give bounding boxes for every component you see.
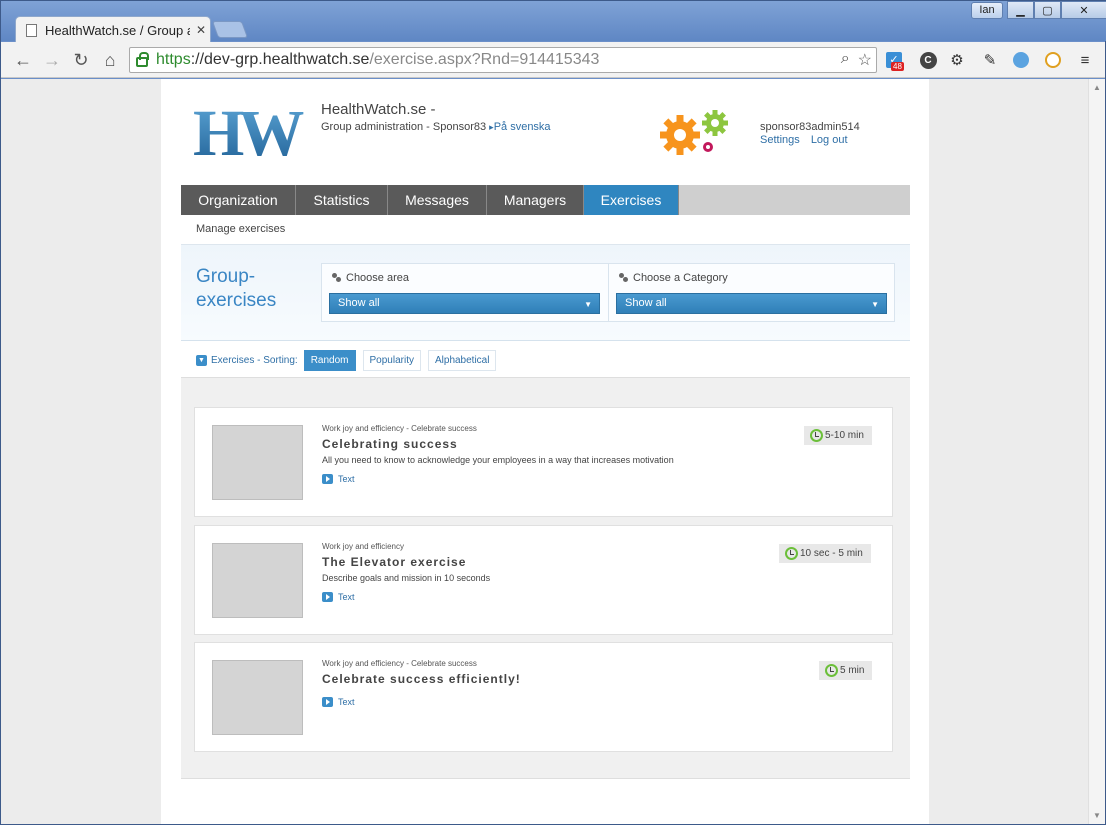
svg-text:HW: HW xyxy=(193,101,303,161)
tab-statistics[interactable]: Statistics xyxy=(296,185,388,215)
sort-toggle-icon[interactable]: ▼ xyxy=(196,355,207,366)
play-icon xyxy=(322,474,333,484)
vertical-scrollbar[interactable]: ▲ ▼ xyxy=(1088,79,1105,824)
tab-managers[interactable]: Managers xyxy=(487,185,584,215)
star-icon[interactable]: ☆ xyxy=(858,50,872,70)
alarm-clock-icon[interactable] xyxy=(1043,50,1063,70)
browser-toolbar: ← → ↻ ⌂ https://dev-grp.healthwatch.se/e… xyxy=(1,42,1105,78)
tab-messages[interactable]: Messages xyxy=(388,185,487,215)
settings-link[interactable]: Settings xyxy=(760,134,800,146)
url-text: https://dev-grp.healthwatch.se/exercise.… xyxy=(156,51,600,68)
browser-window: HealthWatch.se / Group a ✕ Ian ▁ ▢ ✕ ← →… xyxy=(0,0,1106,825)
exercise-card[interactable]: Work joy and efficiency The Elevator exe… xyxy=(194,525,893,635)
category-select[interactable]: Show all ▼ xyxy=(616,293,887,314)
home-icon[interactable]: ⌂ xyxy=(100,50,120,70)
healthwatch-logo[interactable]: HW xyxy=(193,101,307,161)
exercise-category: Work joy and efficiency - Celebrate succ… xyxy=(322,424,477,433)
extension-checkbox-icon[interactable]: ✓ 48 xyxy=(884,50,904,71)
scroll-down-icon[interactable]: ▼ xyxy=(1093,811,1101,820)
exercise-category: Work joy and efficiency - Celebrate succ… xyxy=(322,659,477,668)
page-icon xyxy=(26,23,37,37)
exercise-text-link[interactable]: Text xyxy=(322,474,355,484)
site-title: HealthWatch.se - xyxy=(321,101,436,118)
duration-badge: 5 min xyxy=(819,661,873,680)
exercise-text-link[interactable]: Text xyxy=(322,697,355,707)
filter-panel: Group- exercises Choose area Show all ▼ xyxy=(181,245,910,341)
people-icon xyxy=(332,273,342,283)
search-icon[interactable]: ⌕ xyxy=(841,50,850,70)
gear-icon[interactable]: ⚙ xyxy=(947,50,967,70)
tab-exercises[interactable]: Exercises xyxy=(584,185,679,215)
sorting-bar: ▼ Exercises - Sorting: Random Popularity… xyxy=(196,350,503,371)
site-subtitle: Group administration - Sponsor83 ▸På sve… xyxy=(321,121,551,133)
duration-badge: 10 sec - 5 min xyxy=(779,544,871,563)
filter-box: Choose area Show all ▼ Choose a Category xyxy=(321,263,895,322)
close-window-button[interactable]: ✕ xyxy=(1061,1,1106,19)
area-filter: Choose area Show all ▼ xyxy=(322,264,608,321)
exercise-thumbnail[interactable] xyxy=(212,543,303,618)
play-icon xyxy=(322,592,333,602)
clock-icon xyxy=(810,429,823,442)
username: sponsor83admin514 xyxy=(760,121,860,133)
back-icon[interactable]: ← xyxy=(13,50,33,70)
clock-icon xyxy=(785,547,798,560)
sort-popularity-button[interactable]: Popularity xyxy=(362,350,421,371)
tab-organization[interactable]: Organization xyxy=(181,185,296,215)
exercise-text-link[interactable]: Text xyxy=(322,592,355,602)
area-select[interactable]: Show all ▼ xyxy=(329,293,600,314)
subnav-manage-exercises[interactable]: Manage exercises xyxy=(196,223,285,235)
category-label: Choose a Category xyxy=(633,272,728,284)
gears-icon xyxy=(660,110,728,155)
exercise-card[interactable]: Work joy and efficiency - Celebrate succ… xyxy=(194,407,893,517)
exercise-title[interactable]: The Elevator exercise xyxy=(322,555,466,569)
play-icon xyxy=(322,697,333,707)
maximize-button[interactable]: ▢ xyxy=(1034,1,1061,19)
page-title: Group- exercises xyxy=(196,266,277,311)
new-tab-button[interactable] xyxy=(211,21,249,38)
address-bar[interactable]: https://dev-grp.healthwatch.se/exercise.… xyxy=(129,47,877,73)
exercise-title[interactable]: Celebrate success efficiently! xyxy=(322,672,521,686)
tab-title: HealthWatch.se / Group a xyxy=(45,22,190,38)
title-bar: HealthWatch.se / Group a ✕ Ian ▁ ▢ ✕ xyxy=(1,1,1106,43)
exercise-list: Work joy and efficiency - Celebrate succ… xyxy=(181,377,910,779)
chevron-down-icon: ▼ xyxy=(871,300,879,309)
exercise-thumbnail[interactable] xyxy=(212,425,303,500)
exercise-card[interactable]: Work joy and efficiency - Celebrate succ… xyxy=(194,642,893,752)
eyedropper-icon[interactable]: ✎ xyxy=(980,50,1000,70)
window-controls: ▁ ▢ ✕ xyxy=(1007,1,1106,19)
close-tab-icon[interactable]: ✕ xyxy=(196,23,206,37)
extension-blue-icon[interactable] xyxy=(1011,50,1031,70)
profile-button[interactable]: Ian xyxy=(971,2,1003,19)
clock-icon xyxy=(825,664,838,677)
browser-tab[interactable]: HealthWatch.se / Group a ✕ xyxy=(15,16,211,43)
exercise-description: Describe goals and mission in 10 seconds xyxy=(322,573,491,583)
user-links: Settings Log out xyxy=(760,134,856,146)
chevron-down-icon: ▼ xyxy=(584,300,592,309)
lock-icon xyxy=(136,52,149,67)
reload-icon[interactable]: ↻ xyxy=(71,50,91,70)
page-viewport: HW HealthWatch.se - Group administration… xyxy=(1,79,1105,824)
exercise-title[interactable]: Celebrating success xyxy=(322,437,458,451)
forward-icon[interactable]: → xyxy=(42,50,62,70)
sort-random-button[interactable]: Random xyxy=(303,350,356,371)
extension-c-icon[interactable]: C xyxy=(918,50,938,70)
area-label: Choose area xyxy=(346,272,409,284)
menu-icon[interactable]: ≡ xyxy=(1075,50,1095,70)
exercise-description: All you need to know to acknowledge your… xyxy=(322,455,674,465)
exercise-thumbnail[interactable] xyxy=(212,660,303,735)
minimize-button[interactable]: ▁ xyxy=(1007,1,1034,19)
exercise-category: Work joy and efficiency xyxy=(322,542,404,551)
page-content: HW HealthWatch.se - Group administration… xyxy=(161,79,929,824)
scroll-up-icon[interactable]: ▲ xyxy=(1093,83,1101,92)
sort-alphabetical-button[interactable]: Alphabetical xyxy=(427,350,497,371)
logout-link[interactable]: Log out xyxy=(811,134,848,146)
category-filter: Choose a Category Show all ▼ xyxy=(608,264,894,321)
people-icon xyxy=(619,273,629,283)
sorting-label: Exercises - Sorting: xyxy=(211,355,298,366)
main-navigation: Organization Statistics Messages Manager… xyxy=(181,185,910,215)
language-link[interactable]: På svenska xyxy=(494,121,551,133)
duration-badge: 5-10 min xyxy=(804,426,872,445)
